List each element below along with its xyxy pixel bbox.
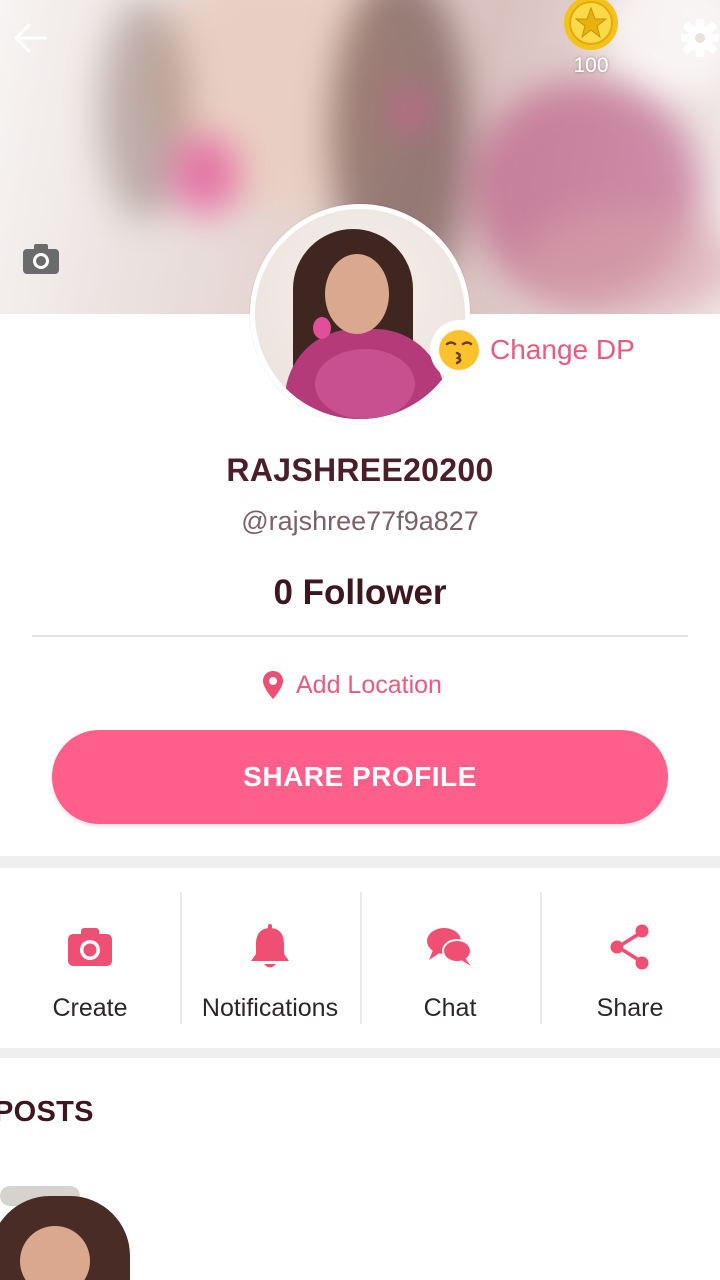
post-thumbnail[interactable] xyxy=(0,1166,150,1280)
chat-action[interactable]: Chat xyxy=(360,868,540,1048)
create-label: Create xyxy=(52,994,128,1022)
coin-icon[interactable] xyxy=(562,0,620,52)
chat-label: Chat xyxy=(423,994,477,1022)
section-divider xyxy=(0,1048,720,1058)
gear-icon[interactable] xyxy=(674,14,720,60)
section-divider xyxy=(0,856,720,868)
back-arrow-icon xyxy=(14,23,47,53)
share-icon xyxy=(610,924,649,970)
create-action[interactable]: Create xyxy=(0,868,180,1048)
camera-icon xyxy=(68,928,112,966)
profile-avatar[interactable] xyxy=(250,204,470,424)
back-button[interactable] xyxy=(8,18,52,58)
add-location-label: Add Location xyxy=(296,670,442,699)
coin-count: 100 xyxy=(573,54,609,77)
location-pin-icon xyxy=(263,671,283,699)
display-name: RAJSHREE20200 xyxy=(226,452,494,488)
change-dp-label: Change DP xyxy=(490,334,635,365)
divider xyxy=(32,635,688,637)
notifications-label: Notifications xyxy=(201,994,339,1022)
username-handle: @rajshree77f9a827 xyxy=(241,506,479,536)
posts-section-title: POSTS xyxy=(0,1096,94,1128)
change-dp-button[interactable]: Change DP xyxy=(430,320,651,380)
follower-count[interactable]: 0 Follower xyxy=(0,573,720,613)
cover-camera-icon[interactable] xyxy=(22,243,60,275)
chat-bubbles-icon xyxy=(427,928,472,966)
notifications-action[interactable]: Notifications xyxy=(180,868,360,1048)
share-profile-button[interactable]: SHARE PROFILE xyxy=(52,730,668,824)
action-bar: Create Notifications Chat Share xyxy=(0,868,720,1048)
add-location-button[interactable]: Add Location xyxy=(262,668,442,702)
kissing-face-icon xyxy=(439,330,479,370)
share-label: Share xyxy=(596,994,664,1022)
share-action[interactable]: Share xyxy=(540,868,720,1048)
bell-icon xyxy=(251,924,289,968)
